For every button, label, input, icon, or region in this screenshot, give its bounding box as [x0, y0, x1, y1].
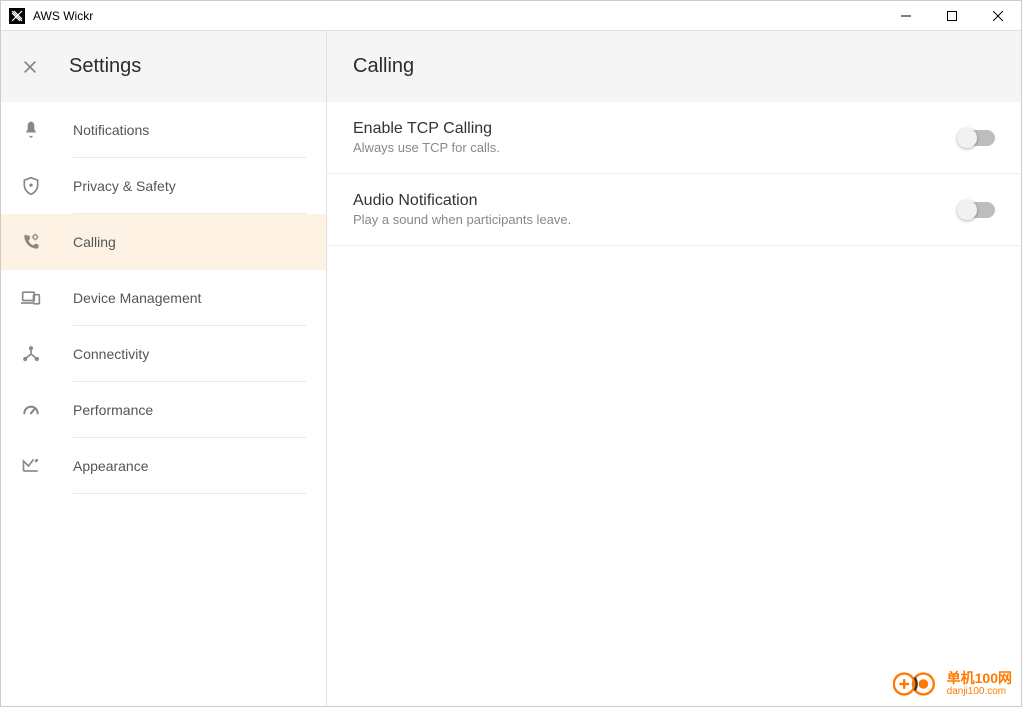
- titlebar-left: AWS Wickr: [1, 8, 93, 24]
- maximize-button[interactable]: [929, 1, 975, 31]
- sidebar-item-notifications[interactable]: Notifications: [1, 102, 326, 158]
- sidebar-item-label: Device Management: [73, 290, 201, 306]
- watermark: 单机100网 danji100.com: [893, 669, 1012, 699]
- sidebar-item-label: Notifications: [73, 122, 149, 138]
- toggle-handle: [957, 200, 977, 220]
- devices-icon: [21, 288, 41, 308]
- sidebar-item-label: Appearance: [73, 458, 149, 474]
- setting-title: Enable TCP Calling: [353, 120, 500, 138]
- setting-desc: Play a sound when participants leave.: [353, 212, 571, 227]
- app-body: Settings Notifications Privacy & Safety: [1, 31, 1021, 706]
- hub-icon: [21, 344, 41, 364]
- setting-audio-notification: Audio Notification Play a sound when par…: [327, 174, 1021, 246]
- appearance-icon: [21, 456, 41, 476]
- shield-icon: [21, 176, 41, 196]
- close-settings-icon[interactable]: [21, 58, 39, 76]
- toggle-handle: [957, 128, 977, 148]
- app-icon: [9, 8, 25, 24]
- toggle-audio-notification[interactable]: [959, 202, 995, 218]
- content-header: Calling: [327, 31, 1021, 102]
- setting-enable-tcp-calling: Enable TCP Calling Always use TCP for ca…: [327, 102, 1021, 174]
- sidebar-item-connectivity[interactable]: Connectivity: [1, 326, 326, 382]
- window-titlebar: AWS Wickr: [1, 1, 1021, 31]
- setting-text: Enable TCP Calling Always use TCP for ca…: [353, 120, 500, 155]
- sidebar-item-appearance[interactable]: Appearance: [1, 438, 326, 494]
- sidebar-item-label: Connectivity: [73, 346, 149, 362]
- bell-icon: [21, 120, 41, 140]
- sidebar-item-label: Performance: [73, 402, 153, 418]
- sidebar-title: Settings: [69, 55, 141, 78]
- setting-title: Audio Notification: [353, 192, 571, 210]
- sidebar-item-label: Privacy & Safety: [73, 178, 176, 194]
- sidebar-list: Notifications Privacy & Safety Calling: [1, 102, 326, 494]
- close-window-button[interactable]: [975, 1, 1021, 31]
- sidebar-header: Settings: [1, 31, 326, 102]
- phone-settings-icon: [21, 232, 41, 252]
- sidebar-item-privacy[interactable]: Privacy & Safety: [1, 158, 326, 214]
- content-panel: Calling Enable TCP Calling Always use TC…: [326, 31, 1021, 706]
- sidebar-item-calling[interactable]: Calling: [1, 214, 326, 270]
- content-title: Calling: [353, 55, 414, 78]
- settings-list: Enable TCP Calling Always use TCP for ca…: [327, 102, 1021, 246]
- watermark-line1: 单机100网: [947, 671, 1012, 686]
- titlebar-controls: [883, 1, 1021, 31]
- app-title: AWS Wickr: [33, 9, 93, 23]
- sidebar-item-device-management[interactable]: Device Management: [1, 270, 326, 326]
- sidebar: Settings Notifications Privacy & Safety: [1, 31, 326, 706]
- minimize-button[interactable]: [883, 1, 929, 31]
- toggle-tcp-calling[interactable]: [959, 130, 995, 146]
- watermark-logo-icon: [893, 669, 941, 699]
- sidebar-item-label: Calling: [73, 234, 116, 250]
- watermark-text: 单机100网 danji100.com: [947, 671, 1012, 697]
- divider: [73, 493, 306, 494]
- watermark-line2: danji100.com: [947, 686, 1012, 697]
- setting-desc: Always use TCP for calls.: [353, 140, 500, 155]
- sidebar-item-performance[interactable]: Performance: [1, 382, 326, 438]
- setting-text: Audio Notification Play a sound when par…: [353, 192, 571, 227]
- speedometer-icon: [21, 400, 41, 420]
